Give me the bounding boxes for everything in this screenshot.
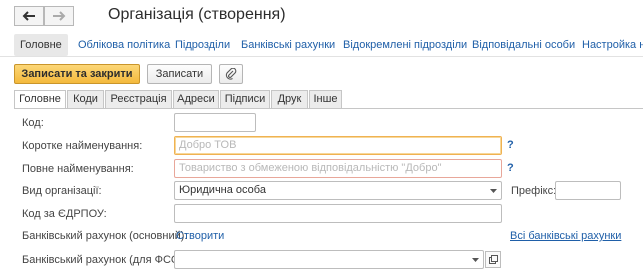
form-tab-other[interactable]: Інше	[309, 90, 342, 108]
paperclip-icon	[225, 68, 237, 80]
edrpou-field[interactable]	[174, 204, 502, 223]
code-field[interactable]	[174, 113, 256, 132]
code-label: Код:	[22, 117, 44, 129]
form-tab-print[interactable]: Друк	[271, 90, 308, 108]
chevron-down-icon	[471, 257, 479, 262]
save-button[interactable]: Записати	[147, 64, 212, 84]
full-name-help-link[interactable]: ?	[507, 162, 514, 174]
nav-tab-settings[interactable]: Настройка ну	[582, 34, 643, 56]
form-tab-addresses[interactable]: Адреси	[173, 90, 219, 108]
bank-fss-open-button[interactable]	[485, 251, 501, 268]
prefix-label: Префікс:	[511, 185, 557, 197]
arrow-right-icon	[53, 11, 66, 21]
bank-fss-select[interactable]	[174, 250, 484, 269]
nav-tab-accounting-policy[interactable]: Облікова політика	[78, 34, 170, 56]
nav-divider	[0, 56, 643, 57]
short-name-placeholder: Добро ТОВ	[179, 139, 237, 151]
all-bank-accounts-link[interactable]: Всі банківські рахунки	[510, 230, 621, 242]
bank-fss-label: Банківський рахунок (для ФСС):	[22, 254, 186, 266]
open-window-icon	[488, 255, 498, 264]
nav-tab-responsible-persons[interactable]: Відповідальні особи	[472, 34, 575, 56]
form-tab-main[interactable]: Головне	[14, 90, 66, 109]
org-type-dropdown-button[interactable]	[485, 182, 501, 199]
full-name-label: Повне найменування:	[22, 163, 134, 175]
forward-button[interactable]	[44, 6, 74, 26]
edrpou-label: Код за ЄДРПОУ:	[22, 208, 107, 220]
tab-underline	[14, 108, 643, 109]
form-tab-codes[interactable]: Коди	[67, 90, 104, 108]
full-name-placeholder: Товариство з обмеженою відповідальністю …	[179, 162, 442, 174]
bank-fss-dropdown-button[interactable]	[467, 251, 483, 268]
bank-main-label: Банківський рахунок (основний):	[22, 230, 188, 242]
nav-tab-main[interactable]: Головне	[14, 34, 68, 56]
nav-tab-separate-departments[interactable]: Відокремлені підрозділи	[343, 34, 467, 56]
form-tab-registration[interactable]: Реєстрація	[105, 90, 172, 108]
create-bank-account-link[interactable]: Створити	[176, 230, 224, 242]
prefix-field[interactable]	[555, 181, 621, 200]
page-title: Організація (створення)	[108, 6, 286, 23]
short-name-field[interactable]: Добро ТОВ	[174, 136, 502, 155]
short-name-label: Коротке найменування:	[22, 140, 143, 152]
short-name-help-link[interactable]: ?	[507, 139, 514, 151]
attach-button[interactable]	[219, 64, 243, 84]
form-tab-signatures[interactable]: Підписи	[220, 90, 270, 108]
chevron-down-icon	[489, 188, 497, 193]
back-button[interactable]	[14, 6, 44, 26]
arrow-left-icon	[22, 11, 35, 21]
full-name-field[interactable]: Товариство з обмеженою відповідальністю …	[174, 159, 502, 178]
nav-tab-bank-accounts[interactable]: Банківські рахунки	[241, 34, 335, 56]
save-and-close-button[interactable]: Записати та закрити	[14, 64, 140, 84]
nav-tabs: Головне Облікова політика Підрозділи Бан…	[14, 34, 643, 56]
org-type-label: Вид організації:	[22, 185, 102, 197]
org-type-value: Юридична особа	[179, 184, 266, 196]
nav-tab-departments[interactable]: Підрозділи	[175, 34, 230, 56]
org-type-select[interactable]: Юридична особа	[174, 181, 502, 200]
